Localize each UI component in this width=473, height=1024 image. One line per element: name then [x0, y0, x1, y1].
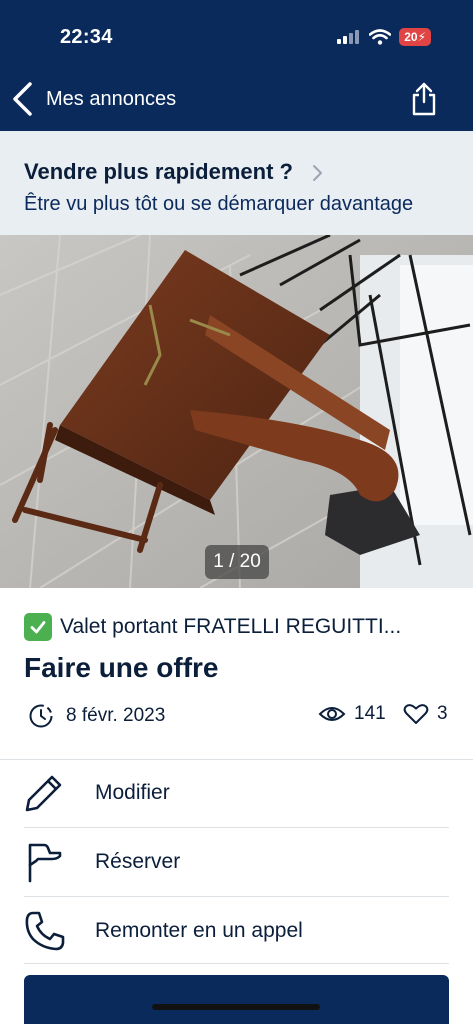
chevron-right-icon: [313, 165, 322, 181]
battery-level: 20: [404, 30, 418, 44]
battery-indicator: 20⚡: [399, 28, 431, 46]
phone-icon: [24, 905, 76, 957]
publish-date-text: 8 févr. 2023: [66, 705, 166, 726]
modify-button[interactable]: Modifier: [24, 759, 449, 827]
promo-title: Vendre plus rapidement ?: [24, 159, 293, 184]
flag-icon: [24, 836, 76, 888]
reserve-button[interactable]: Réserver: [24, 828, 449, 896]
photo-counter: 1 / 20: [205, 545, 269, 579]
wifi-icon: [369, 29, 392, 45]
listing-price: Faire une offre: [24, 652, 219, 683]
status-icons: 20⚡: [337, 28, 431, 46]
check-mark-icon: [24, 613, 52, 641]
valet-stand-photo: [0, 235, 473, 588]
action-label-modify: Modifier: [95, 781, 170, 804]
listing-meta: 8 févr. 2023 141 3: [28, 703, 452, 733]
heart-icon: [403, 704, 429, 724]
view-count: 141: [318, 703, 386, 725]
share-icon: [412, 82, 436, 116]
divider: [24, 963, 449, 964]
back-label: Mes annonces: [46, 87, 177, 110]
pencil-icon: [24, 767, 76, 819]
back-button[interactable]: Mes annonces: [10, 80, 190, 118]
home-indicator: [152, 1004, 320, 1010]
listing-title: Valet portant FRATELLI REGUITTI...: [60, 615, 402, 638]
listing-title-row: Valet portant FRATELLI REGUITTI...: [24, 612, 454, 642]
boost-button[interactable]: Remonter en un appel: [24, 897, 449, 965]
status-bar: 22:34 20⚡: [0, 0, 473, 68]
action-label-boost: Remonter en un appel: [95, 919, 303, 942]
like-count[interactable]: 3: [403, 703, 448, 725]
eye-icon: [318, 707, 346, 721]
signal-icon: [337, 30, 360, 44]
share-button[interactable]: [407, 80, 441, 118]
status-time: 22:34: [60, 26, 113, 48]
bottom-action-bar[interactable]: [24, 975, 449, 1024]
view-count-text: 141: [354, 703, 386, 724]
nav-bar: Mes annonces: [0, 68, 473, 131]
publish-date: 8 févr. 2023: [28, 703, 165, 729]
clock-icon: [29, 704, 53, 728]
listing-photo[interactable]: [0, 235, 473, 588]
action-label-reserve: Réserver: [95, 850, 181, 873]
promo-banner[interactable]: Vendre plus rapidement ? Être vu plus tô…: [0, 131, 473, 235]
like-count-text: 3: [437, 703, 448, 724]
chevron-left-icon: [13, 82, 32, 116]
promo-subtitle: Être vu plus tôt ou se démarquer davanta…: [24, 193, 414, 215]
